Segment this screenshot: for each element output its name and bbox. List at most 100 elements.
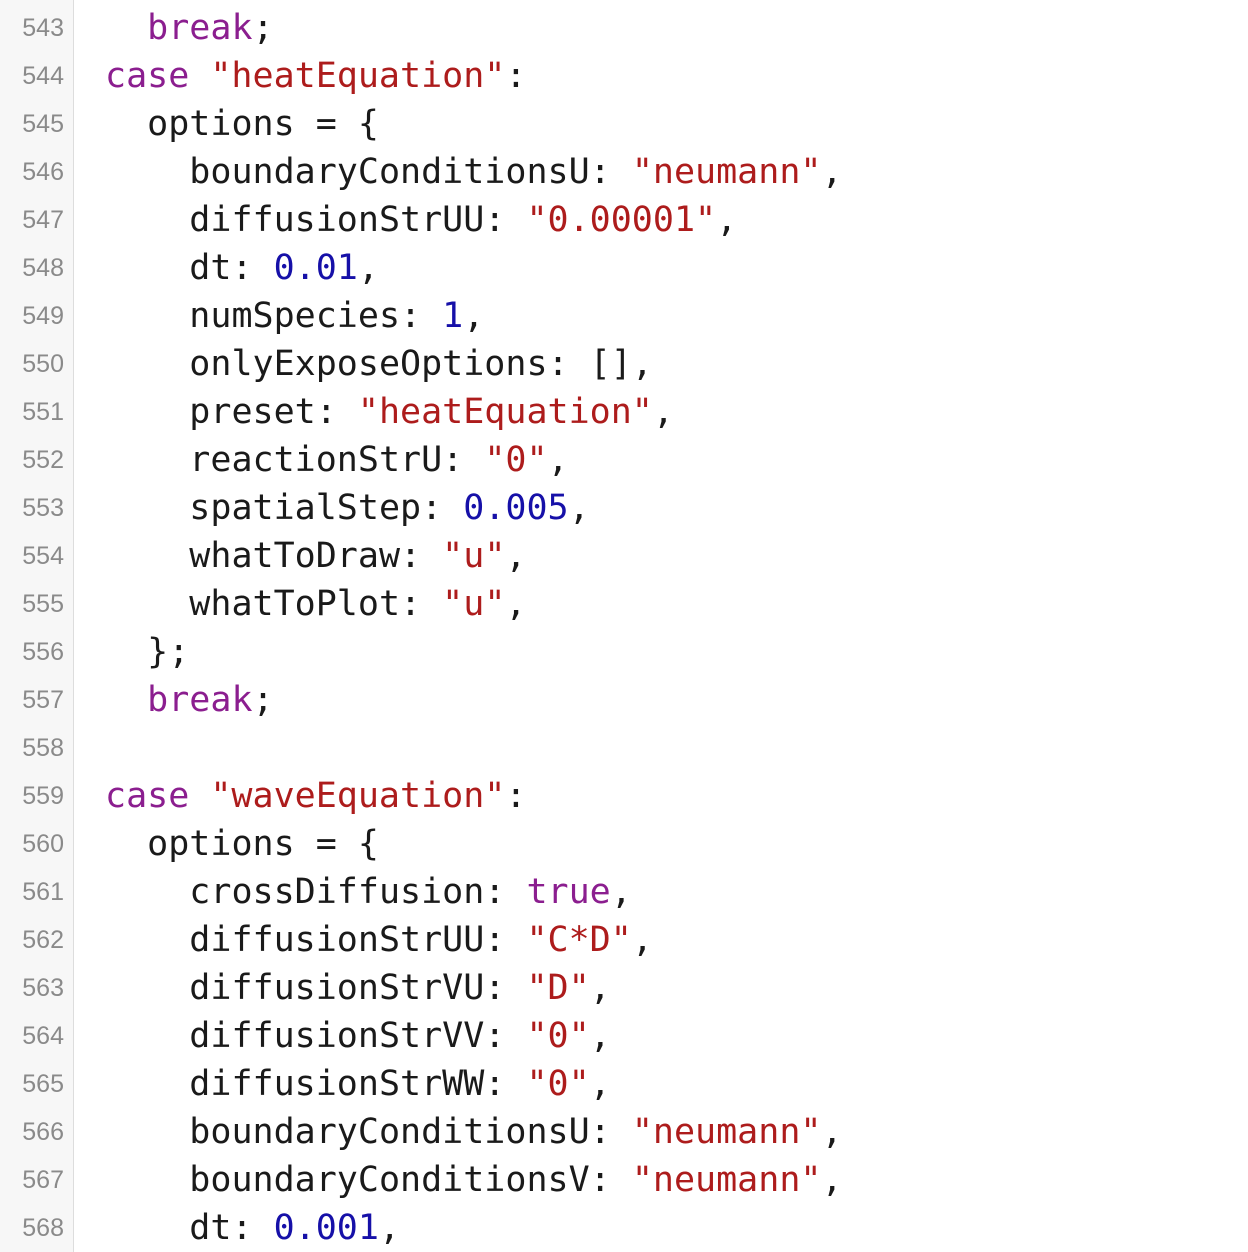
string-token: "neumann" bbox=[631, 1112, 822, 1152]
code-text[interactable]: diffusionStrUU: "C*D", bbox=[105, 916, 653, 964]
line-number: 559 bbox=[22, 782, 64, 810]
code-text[interactable]: options = { bbox=[105, 820, 379, 868]
code-text[interactable]: boundaryConditionsU: "neumann", bbox=[105, 148, 842, 196]
code-token: , bbox=[589, 968, 611, 1008]
code-text[interactable]: preset: "heatEquation", bbox=[105, 388, 674, 436]
code-text[interactable]: whatToPlot: "u", bbox=[105, 580, 526, 628]
code-line[interactable]: 545 options = { bbox=[0, 100, 1248, 148]
string-token: "0.00001" bbox=[526, 200, 717, 240]
code-text[interactable]: diffusionStrUU: "0.00001", bbox=[105, 196, 737, 244]
line-number: 554 bbox=[22, 542, 64, 570]
code-line[interactable]: 543 break; bbox=[0, 4, 1248, 52]
code-text[interactable]: break; bbox=[105, 4, 273, 52]
code-token: reactionStrU: bbox=[189, 440, 485, 480]
code-text[interactable]: options = { bbox=[105, 100, 379, 148]
code-line[interactable]: 558 bbox=[0, 724, 1248, 772]
code-token: : bbox=[505, 56, 527, 96]
code-text[interactable]: reactionStrU: "0", bbox=[105, 436, 569, 484]
code-line[interactable]: 554 whatToDraw: "u", bbox=[0, 532, 1248, 580]
code-line[interactable]: 553 spatialStep: 0.005, bbox=[0, 484, 1248, 532]
code-line[interactable]: 555 whatToPlot: "u", bbox=[0, 580, 1248, 628]
code-line[interactable]: 551 preset: "heatEquation", bbox=[0, 388, 1248, 436]
code-line[interactable]: 567 boundaryConditionsV: "neumann", bbox=[0, 1156, 1248, 1204]
code-token: , bbox=[589, 1064, 611, 1104]
code-token: diffusionStrUU: bbox=[189, 920, 527, 960]
code-token: spatialStep: bbox=[189, 488, 464, 528]
code-token: onlyExposeOptions: [], bbox=[189, 344, 653, 384]
line-number: 550 bbox=[22, 350, 64, 378]
code-text[interactable]: spatialStep: 0.005, bbox=[105, 484, 589, 532]
code-token: ; bbox=[252, 680, 274, 720]
code-line[interactable]: 556 }; bbox=[0, 628, 1248, 676]
code-line[interactable]: 560 options = { bbox=[0, 820, 1248, 868]
code-text[interactable]: diffusionStrVU: "D", bbox=[105, 964, 611, 1012]
code-text[interactable]: boundaryConditionsV: "neumann", bbox=[105, 1156, 843, 1204]
code-token: options = { bbox=[147, 824, 379, 864]
code-lines[interactable]: 543 break; 544 case "heatEquation": 545 opt… bbox=[0, 4, 1248, 1252]
line-number: 562 bbox=[22, 926, 64, 954]
code-text[interactable]: numSpecies: 1, bbox=[105, 292, 484, 340]
code-text[interactable]: diffusionStrVV: "0", bbox=[105, 1012, 610, 1060]
string-token: "u" bbox=[442, 536, 506, 576]
code-text[interactable]: crossDiffusion: true, bbox=[105, 868, 632, 916]
code-line[interactable]: 549 numSpecies: 1, bbox=[0, 292, 1248, 340]
code-text[interactable]: onlyExposeOptions: [], bbox=[105, 340, 653, 388]
code-line[interactable]: 566 boundaryConditionsU: "neumann", bbox=[0, 1108, 1248, 1156]
keyword-token: case bbox=[105, 776, 211, 816]
number-token: 1 bbox=[442, 296, 464, 336]
code-line[interactable]: 561 crossDiffusion: true, bbox=[0, 868, 1248, 916]
code-token: , bbox=[652, 392, 674, 432]
code-text[interactable]: dt: 0.01, bbox=[105, 244, 379, 292]
code-token: , bbox=[547, 440, 569, 480]
code-line[interactable]: 546 boundaryConditionsU: "neumann", bbox=[0, 148, 1248, 196]
code-editor[interactable]: 543 break; 544 case "heatEquation": 545 opt… bbox=[0, 0, 1248, 1252]
code-line[interactable]: 550 onlyExposeOptions: [], bbox=[0, 340, 1248, 388]
code-line[interactable]: 562 diffusionStrUU: "C*D", bbox=[0, 916, 1248, 964]
code-line[interactable]: 565 diffusionStrWW: "0", bbox=[0, 1060, 1248, 1108]
line-number: 546 bbox=[22, 158, 64, 186]
code-text[interactable]: whatToDraw: "u", bbox=[105, 532, 526, 580]
string-token: "heatEquation" bbox=[357, 392, 653, 432]
code-text[interactable]: }; bbox=[105, 628, 189, 676]
code-line[interactable]: 544 case "heatEquation": bbox=[0, 52, 1248, 100]
code-line[interactable]: 557 break; bbox=[0, 676, 1248, 724]
code-line[interactable]: 563 diffusionStrVU: "D", bbox=[0, 964, 1248, 1012]
code-line[interactable]: 552 reactionStrU: "0", bbox=[0, 436, 1248, 484]
code-text[interactable]: case "heatEquation": bbox=[105, 52, 526, 100]
code-text[interactable]: diffusionStrWW: "0", bbox=[105, 1060, 611, 1108]
code-token: , bbox=[821, 1160, 843, 1200]
code-text[interactable]: dt: 0.001, bbox=[105, 1204, 400, 1252]
code-text[interactable]: boundaryConditionsU: "neumann", bbox=[105, 1108, 842, 1156]
code-token: , bbox=[505, 584, 527, 624]
line-number: 552 bbox=[22, 446, 64, 474]
code-text[interactable]: case "waveEquation": bbox=[105, 772, 526, 820]
code-line[interactable]: 559 case "waveEquation": bbox=[0, 772, 1248, 820]
code-line[interactable]: 548 dt: 0.01, bbox=[0, 244, 1248, 292]
line-number: 561 bbox=[22, 878, 64, 906]
code-line[interactable]: 568 dt: 0.001, bbox=[0, 1204, 1248, 1252]
code-token: diffusionStrWW: bbox=[189, 1064, 527, 1104]
code-line[interactable]: 564 diffusionStrVV: "0", bbox=[0, 1012, 1248, 1060]
code-line[interactable]: 547 diffusionStrUU: "0.00001", bbox=[0, 196, 1248, 244]
keyword-token: true bbox=[526, 872, 611, 912]
line-number: 548 bbox=[22, 254, 64, 282]
line-number: 567 bbox=[22, 1166, 64, 1194]
code-token: , bbox=[631, 920, 653, 960]
number-token: 0.005 bbox=[463, 488, 569, 528]
string-token: "0" bbox=[526, 1064, 590, 1104]
code-text[interactable]: break; bbox=[105, 676, 274, 724]
code-token: diffusionStrUU: bbox=[189, 200, 527, 240]
